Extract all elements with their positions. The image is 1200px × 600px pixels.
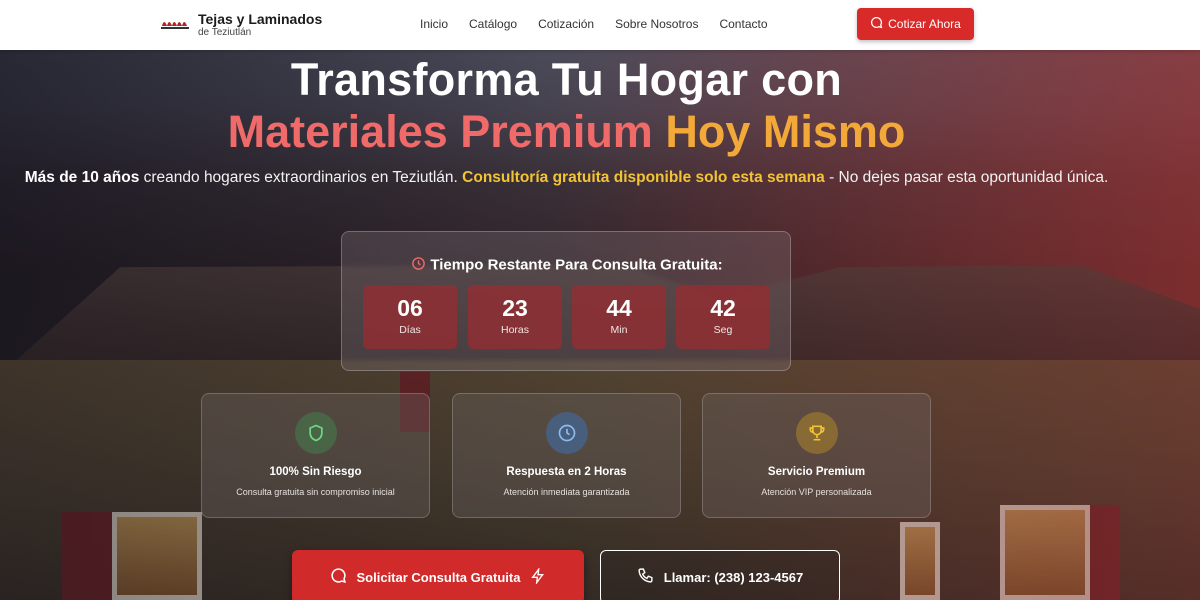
navbar: Tejas y Laminados de Teziutlán Inicio Ca… — [0, 0, 1200, 50]
feature-title: Respuesta en 2 Horas — [506, 466, 627, 478]
hero-title-highlight-b: Hoy Mismo — [665, 106, 906, 157]
trophy-icon — [795, 412, 838, 454]
countdown-value: 23 — [502, 295, 528, 321]
nav-links: Inicio Catálogo Cotización Sobre Nosotro… — [420, 17, 789, 31]
countdown-heading: Tiempo Restante Para Consulta Gratuita: — [342, 256, 792, 275]
feature-description: Atención VIP personalizada — [761, 487, 872, 497]
countdown-minutes: 44 Min — [572, 285, 666, 349]
brand-name: Tejas y Laminados — [198, 11, 323, 27]
countdown-heading-text: Tiempo Restante Para Consulta Gratuita: — [430, 256, 723, 274]
countdown-label: Min — [610, 324, 628, 336]
brand-subtitle: de Teziutlán — [198, 27, 252, 38]
shield-icon — [294, 412, 337, 454]
hero-title-highlight-a: Materiales Premium — [227, 106, 653, 157]
phone-icon — [637, 567, 654, 587]
brand[interactable]: Tejas y Laminados de Teziutlán — [160, 11, 322, 39]
feature-card-premium: Servicio Premium Atención VIP personaliz… — [702, 393, 931, 518]
nav-link-inicio[interactable]: Inicio — [420, 17, 448, 31]
hero-subtitle-highlight: Consultoría gratuita disponible solo est… — [462, 169, 825, 186]
countdown-label: Horas — [500, 324, 529, 336]
countdown-hours: 23 Horas — [468, 285, 562, 349]
nav-link-sobre-nosotros[interactable]: Sobre Nosotros — [615, 17, 698, 31]
brand-logo-icon — [160, 15, 190, 33]
hero-title-line2: Materiales Premium Hoy Mismo — [0, 106, 1133, 158]
countdown-value: 44 — [606, 295, 632, 321]
feature-description: Atención inmediata garantizada — [503, 487, 630, 497]
feature-card-sin-riesgo: 100% Sin Riesgo Consulta gratuita sin co… — [201, 393, 430, 518]
countdown-label: Días — [399, 324, 421, 336]
countdown-seconds: 42 Seg — [676, 285, 770, 349]
chat-icon — [870, 16, 883, 32]
timer-icon — [411, 256, 426, 275]
hero-subtitle: Más de 10 años creando hogares extraordi… — [0, 167, 1133, 189]
feature-description: Consulta gratuita sin compromiso inicial — [236, 487, 395, 497]
nav-link-cotizacion[interactable]: Cotización — [538, 17, 594, 31]
lightning-icon — [530, 566, 546, 587]
solicitar-consulta-label: Solicitar Consulta Gratuita — [356, 569, 521, 585]
countdown-label: Seg — [713, 324, 733, 336]
hero-subtitle-mid: creando hogares extraordinarios en Teziu… — [139, 169, 463, 186]
llamar-label: Llamar: (238) 123-4567 — [663, 569, 804, 585]
feature-card-respuesta: Respuesta en 2 Horas Atención inmediata … — [452, 393, 681, 518]
cotizar-ahora-button[interactable]: Cotizar Ahora — [857, 8, 974, 40]
nav-link-catalogo[interactable]: Catálogo — [469, 17, 517, 31]
countdown-days: 06 Días — [363, 285, 457, 349]
feature-title: Servicio Premium — [767, 466, 866, 478]
cotizar-ahora-label: Cotizar Ahora — [888, 17, 961, 31]
solicitar-consulta-button[interactable]: Solicitar Consulta Gratuita — [292, 550, 584, 600]
countdown-value: 06 — [397, 295, 423, 321]
hero-title-line1: Transforma Tu Hogar con — [290, 54, 843, 105]
countdown-value: 42 — [710, 295, 736, 321]
clock-icon — [545, 412, 588, 454]
hero-subtitle-bold: Más de 10 años — [24, 169, 140, 186]
countdown-panel: Tiempo Restante Para Consulta Gratuita: … — [341, 231, 791, 371]
nav-link-contacto[interactable]: Contacto — [719, 17, 767, 31]
hero-subtitle-end: - No dejes pasar esta oportunidad única. — [824, 169, 1109, 186]
llamar-button[interactable]: Llamar: (238) 123-4567 — [600, 550, 840, 600]
feature-title: 100% Sin Riesgo — [269, 466, 362, 478]
chat-icon — [330, 567, 347, 587]
